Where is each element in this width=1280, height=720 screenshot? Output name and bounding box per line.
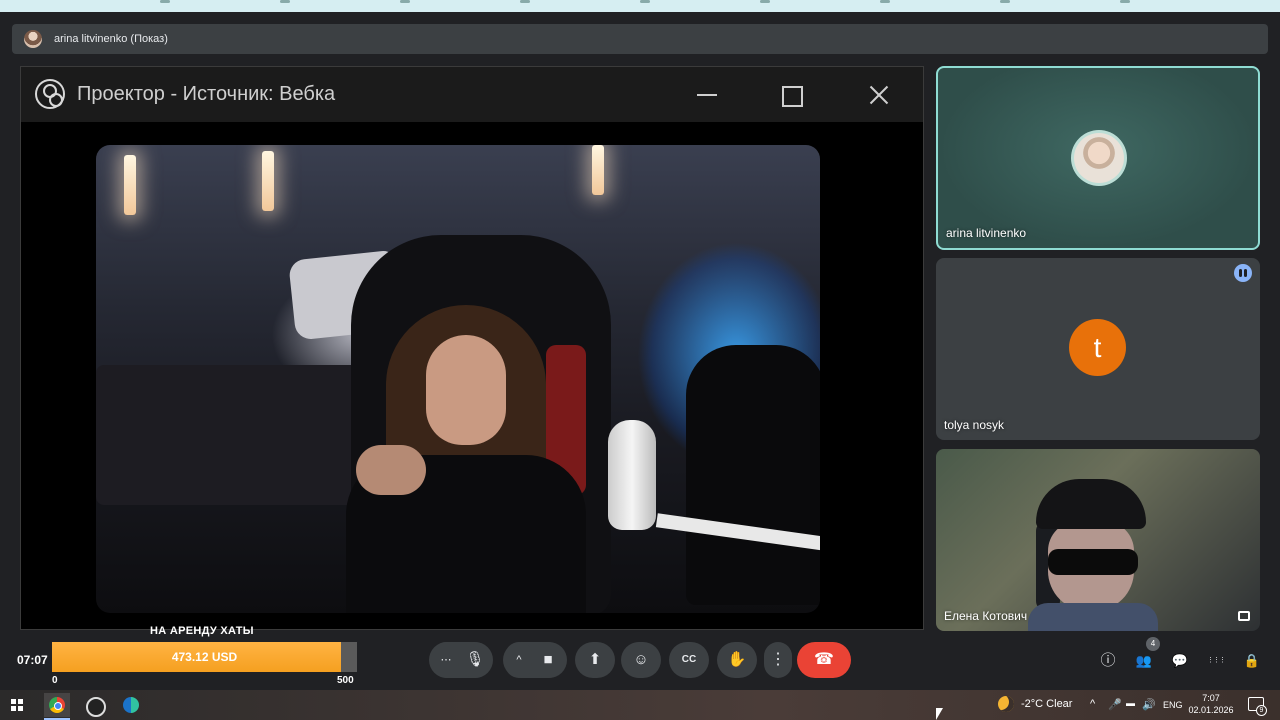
participant-name: arina litvinenko <box>946 226 1027 240</box>
wall-lamp <box>124 155 136 215</box>
end-call-button[interactable]: ☎ <box>797 642 851 678</box>
minimize-icon[interactable] <box>693 81 721 109</box>
camera-icon[interactable]: ■ <box>531 642 565 678</box>
donation-goal-min: 0 <box>52 675 58 686</box>
people-count-badge: 4 <box>1146 637 1160 651</box>
armchair <box>686 345 820 605</box>
participant-tile-arina[interactable]: arina litvinenko <box>936 66 1260 250</box>
avatar <box>1071 130 1127 186</box>
pip-icon[interactable] <box>1238 611 1250 621</box>
shirt <box>1028 603 1158 631</box>
microphone <box>608 420 656 530</box>
presenting-label: arina litvinenko (Показ) <box>54 33 168 45</box>
taskbar-clock[interactable]: 7:07 02.01.2026 <box>1186 692 1236 716</box>
obs-icon[interactable] <box>81 693 107 717</box>
mouse-cursor-icon <box>936 708 943 720</box>
browser-tab-strip <box>0 0 1280 12</box>
webcam-feed <box>96 145 820 613</box>
participant-name: tolya nosyk <box>944 418 1005 432</box>
tray-volume-icon[interactable]: 🔊 <box>1142 698 1156 711</box>
projector-title: Проектор - Источник: Вебка <box>77 83 336 105</box>
edge-icon[interactable] <box>118 693 144 717</box>
participant-tile-elena[interactable]: Елена Котович <box>936 449 1260 631</box>
donation-goal-amount: 473.12 USD <box>171 650 238 664</box>
projector-titlebar[interactable]: Проектор - Источник: Вебка <box>21 67 923 122</box>
avatar: t <box>1069 319 1126 376</box>
tab-icons <box>160 0 1260 3</box>
people-icon[interactable]: 👥 <box>1133 650 1155 672</box>
present-screen-button[interactable]: ⬆ <box>575 642 615 678</box>
chrome-icon[interactable] <box>44 693 70 720</box>
raise-hand-button[interactable]: ✋ <box>717 642 757 678</box>
maximize-icon[interactable] <box>777 81 805 109</box>
participant-video <box>1028 471 1158 631</box>
more-video-options-button[interactable]: ^ <box>505 642 533 678</box>
tray-language[interactable]: ENG <box>1163 700 1183 710</box>
wall-lamp <box>592 145 604 195</box>
donation-goal-bar: 473.12 USD <box>52 642 357 672</box>
tray-chevron-icon[interactable]: ^ <box>1090 698 1095 710</box>
windows-start-icon[interactable] <box>5 693 31 717</box>
participant-tile-tolya[interactable]: t tolya nosyk <box>936 258 1260 440</box>
audio-level-icon <box>1234 264 1252 282</box>
more-audio-options-button[interactable]: ⋯ <box>432 642 460 678</box>
host-controls-lock-icon[interactable]: 🔒 <box>1241 650 1263 672</box>
call-clock: 07:07 <box>17 653 48 667</box>
presenter-avatar <box>24 30 42 48</box>
windows-taskbar <box>0 690 1280 720</box>
sunglasses <box>1048 549 1138 575</box>
taskbar-date: 02.01.2026 <box>1188 705 1234 715</box>
captions-button[interactable]: CC <box>669 642 709 678</box>
emoji-button[interactable]: ☺ <box>621 642 661 678</box>
streamer <box>346 305 586 613</box>
shoulder <box>356 445 426 495</box>
obs-logo-icon <box>35 79 65 109</box>
shared-screen-projector-window[interactable]: Проектор - Источник: Вебка <box>20 66 924 630</box>
info-icon[interactable]: ⓘ <box>1097 650 1119 672</box>
tray-battery-icon[interactable]: ▬ <box>1126 698 1135 708</box>
taskbar-time: 7:07 <box>1202 693 1220 703</box>
cap <box>1036 479 1146 529</box>
participant-name: Елена Котович <box>944 609 1028 623</box>
apps-icon[interactable]: ⋮⋮⋮ <box>1205 650 1227 672</box>
tray-mic-icon[interactable]: 🎤 <box>1108 698 1122 711</box>
donation-goal-max: 500 <box>337 675 354 686</box>
more-options-button[interactable]: ⋮ <box>764 642 792 678</box>
donation-goal-title: НА АРЕНДУ ХАТЫ <box>150 625 254 637</box>
mic-icon[interactable]: 🎙 <box>458 642 492 678</box>
notification-count-badge: 9 <box>1256 705 1267 716</box>
weather-moon-icon[interactable] <box>998 696 1014 712</box>
presenting-banner: arina litvinenko (Показ) <box>12 24 1268 54</box>
chat-icon[interactable]: 💬 <box>1169 650 1191 672</box>
spacer <box>0 12 1280 24</box>
close-icon[interactable] <box>865 81 893 109</box>
face <box>426 335 506 445</box>
weather-text[interactable]: -2°C Clear <box>1021 698 1072 710</box>
wall-lamp <box>262 151 274 211</box>
